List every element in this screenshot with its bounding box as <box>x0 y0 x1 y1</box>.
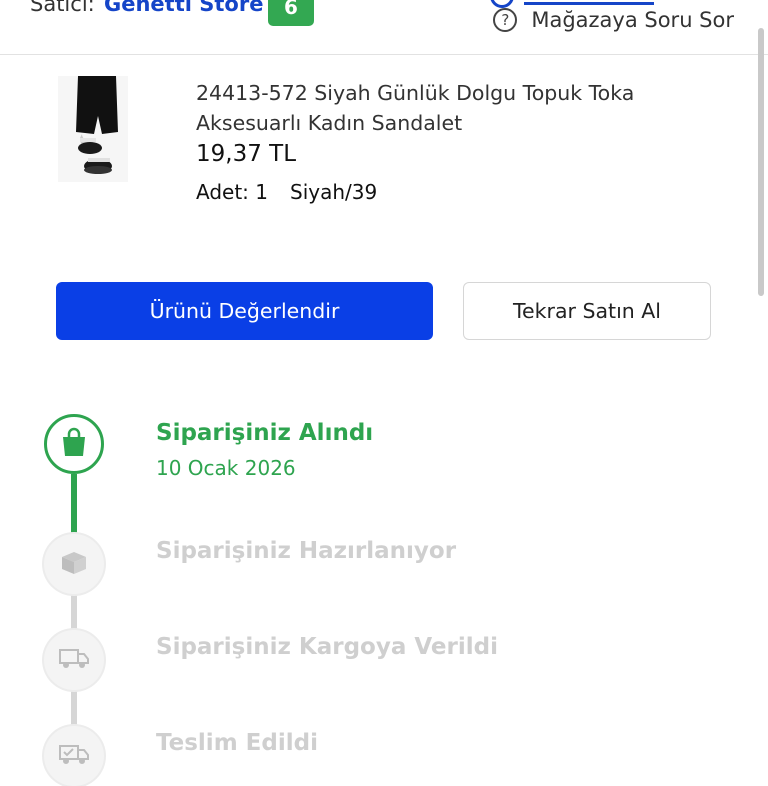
timeline-connector <box>71 688 77 728</box>
timeline-title-delivered: Teslim Edildi <box>156 730 318 756</box>
ask-store-button[interactable]: ? Mağazaya Soru Sor <box>493 8 734 32</box>
timeline-step-preparing <box>44 534 104 594</box>
timeline-connector-active <box>71 474 77 536</box>
seller-name-link[interactable]: Genetti Store <box>104 0 263 16</box>
scrollbar[interactable] <box>758 28 764 296</box>
timeline-step-received <box>44 414 104 474</box>
delivered-truck-icon <box>58 742 90 770</box>
box-icon <box>59 549 89 579</box>
timeline-title-shipped: Siparişiniz Kargoya Verildi <box>156 634 498 660</box>
timeline-step-delivered <box>44 726 104 786</box>
shopping-bag-icon <box>60 427 88 461</box>
question-circle-icon: ? <box>493 8 518 32</box>
review-product-button[interactable]: Ürünü Değerlendir <box>56 282 433 340</box>
follow-store-icon[interactable] <box>490 0 514 8</box>
timeline-title-preparing: Siparişiniz Hazırlanıyor <box>156 538 457 564</box>
product-title[interactable]: 24413-572 Siyah Günlük Dolgu Topuk Toka … <box>196 78 716 138</box>
seller-score-badge: 6 <box>268 0 314 26</box>
seller-label: Satıcı: <box>30 0 95 16</box>
product-price: 19,37 TL <box>196 141 297 167</box>
follow-store-link[interactable] <box>524 0 654 5</box>
timeline-title-received: Siparişiniz Alındı <box>156 420 374 446</box>
timeline-date-received: 10 Ocak 2026 <box>156 456 296 480</box>
product-variant: Siyah/39 <box>290 180 378 204</box>
product-image[interactable] <box>58 76 128 182</box>
timeline-connector <box>71 590 77 630</box>
seller-bar: Satıcı: Genetti Store 6 ? Mağazaya Soru … <box>0 0 768 55</box>
timeline-step-shipped <box>44 630 104 690</box>
truck-icon <box>58 646 90 674</box>
product-quantity: Adet: 1 <box>196 180 268 204</box>
buy-again-button[interactable]: Tekrar Satın Al <box>463 282 711 340</box>
product-meta: Adet: 1 Siyah/39 <box>196 180 377 204</box>
ask-store-label: Mağazaya Soru Sor <box>531 8 734 32</box>
